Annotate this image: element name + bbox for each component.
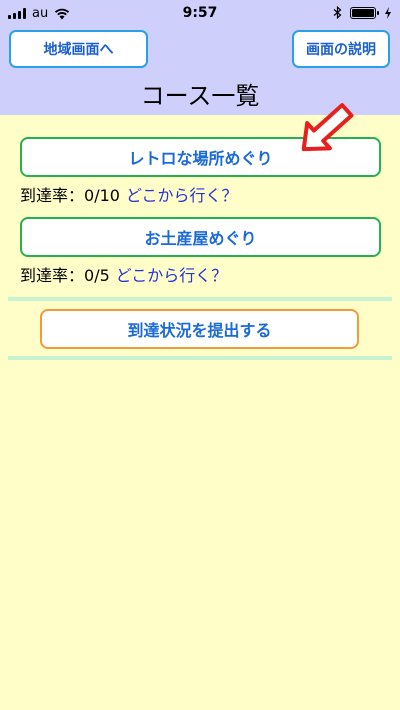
charging-icon <box>385 6 391 19</box>
course-progress-souvenir: 到達率：0/5 どこから行く？ <box>20 262 227 286</box>
status-right <box>333 6 392 19</box>
divider <box>8 356 392 360</box>
course-button-souvenir[interactable]: お土産屋めぐり <box>20 217 381 257</box>
progress-value: 0/10 <box>84 186 120 205</box>
submit-progress-button[interactable]: 到達状況を提出する <box>40 309 359 349</box>
progress-label: 到達率：0/5 <box>20 266 110 285</box>
progress-value: 0/5 <box>84 266 110 285</box>
course-progress-retro: 到達率：0/10 どこから行く？ <box>20 182 237 206</box>
screen-help-button[interactable]: 画面の説明 <box>292 30 390 68</box>
battery-icon <box>350 6 379 19</box>
status-bar: au 9:57 <box>0 0 400 26</box>
divider <box>8 297 392 301</box>
where-to-start-link-souvenir[interactable]: どこから行く？ <box>116 262 228 286</box>
pointer-arrow-icon <box>301 103 354 152</box>
region-screen-button[interactable]: 地域画面へ <box>9 30 148 68</box>
where-to-start-link-retro[interactable]: どこから行く？ <box>126 182 238 206</box>
bluetooth-icon <box>333 6 342 19</box>
progress-label: 到達率：0/10 <box>20 186 120 205</box>
